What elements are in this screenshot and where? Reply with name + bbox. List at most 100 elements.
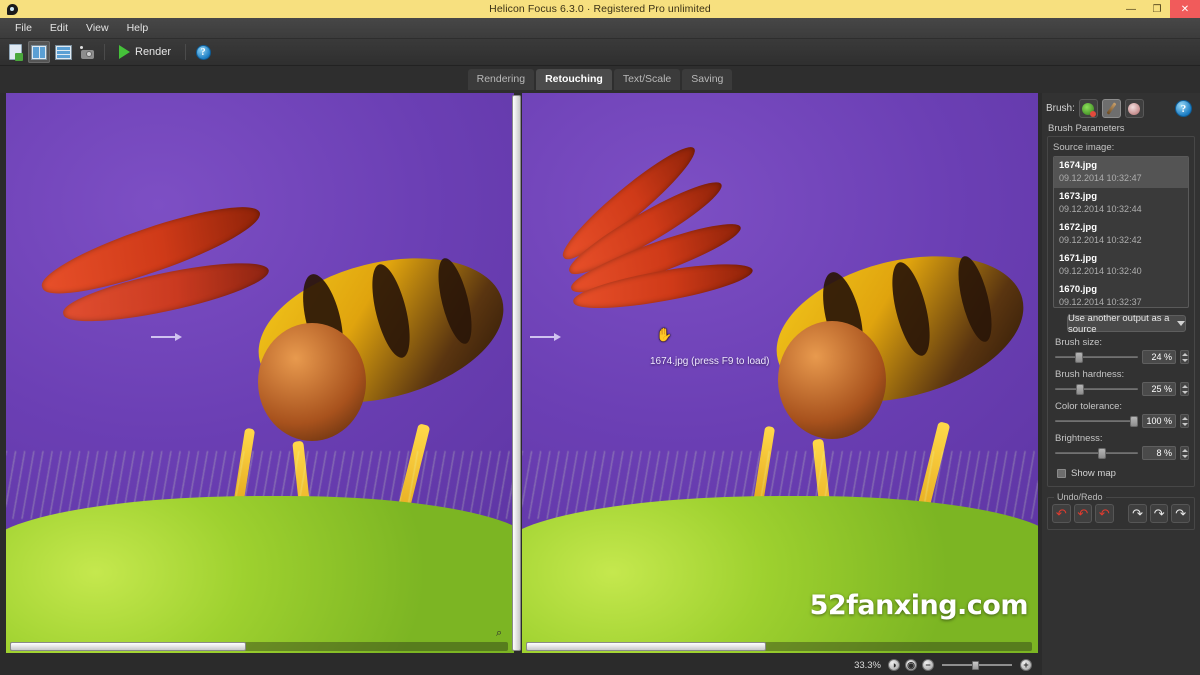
pane-load-hint: 1674.jpg (press F9 to load) (650, 356, 770, 367)
fit-to-window-icon[interactable]: ◑ (888, 659, 900, 671)
brightness-slider[interactable] (1055, 447, 1138, 459)
list-item[interactable]: 1673.jpg 09.12.2014 10:32:44 (1054, 188, 1188, 219)
show-map-row[interactable]: Show map (1053, 460, 1189, 479)
brush-hardness-stepper[interactable] (1180, 382, 1189, 396)
horizontal-split-view-icon (54, 44, 72, 60)
title-bar: Helicon Focus 6.3.0 · Registered Pro unl… (0, 0, 1200, 18)
brush-hardness-slider[interactable] (1055, 383, 1138, 395)
list-item[interactable]: 1671.jpg 09.12.2014 10:32:40 (1054, 250, 1188, 281)
brush-hardness-label: Brush hardness: (1055, 369, 1125, 380)
undo-button[interactable]: ↶ (1052, 504, 1071, 523)
left-pane-horizontal-scrollbar[interactable] (10, 642, 508, 651)
pane-vertical-scrollbar[interactable] (512, 95, 521, 651)
render-button[interactable]: Render (111, 41, 179, 63)
list-item[interactable]: 1672.jpg 09.12.2014 10:32:42 (1054, 219, 1188, 250)
redo-all-button[interactable]: ↷ (1171, 504, 1190, 523)
horizontal-split-view-button[interactable] (52, 41, 74, 63)
brush-size-stepper[interactable] (1180, 350, 1189, 364)
main-toolbar: Render ? (0, 39, 1200, 66)
clone-stamp-tool-button[interactable] (1078, 99, 1098, 118)
toolbar-divider (104, 44, 105, 60)
brightness-stepper[interactable] (1180, 446, 1189, 460)
zoom-in-icon[interactable]: + (1020, 659, 1032, 671)
window-title: Helicon Focus 6.3.0 · Registered Pro unl… (489, 3, 711, 15)
undo-redo-title: Undo/Redo (1054, 492, 1106, 502)
source-image-list[interactable]: 1674.jpg 09.12.2014 10:32:47 1673.jpg 09… (1053, 156, 1189, 308)
clone-stamp-icon (1082, 102, 1097, 117)
source-mode-dropdown[interactable]: Use another output as a source (1067, 313, 1186, 335)
leaf-foreground (6, 496, 514, 653)
list-item[interactable]: 1674.jpg 09.12.2014 10:32:47 (1054, 157, 1188, 188)
redo-button[interactable]: ↷ (1128, 504, 1147, 523)
render-button-label: Render (135, 46, 172, 58)
brush-size-label: Brush size: (1055, 337, 1102, 348)
maximize-button[interactable]: ❐ (1144, 0, 1170, 18)
show-map-checkbox[interactable] (1057, 469, 1066, 478)
file-date: 09.12.2014 10:32:37 (1059, 297, 1142, 307)
brightness-label: Brightness: (1055, 433, 1103, 444)
menu-bar: File Edit View Help (0, 18, 1200, 39)
toolbar-help-button[interactable]: ? (192, 41, 214, 63)
tab-rendering[interactable]: Rendering (467, 69, 535, 90)
color-tolerance-stepper[interactable] (1180, 414, 1189, 428)
zoom-percent-label: 33.3% (854, 659, 881, 671)
zoom-slider[interactable] (942, 659, 1012, 671)
color-tolerance-value[interactable]: 100 % (1142, 414, 1176, 428)
show-map-label: Show map (1071, 468, 1116, 479)
brush-label: Brush: (1046, 103, 1075, 114)
menu-item-edit[interactable]: Edit (41, 20, 77, 36)
sidebar-help-icon[interactable]: ? (1175, 100, 1192, 117)
file-name: 1672.jpg (1059, 222, 1098, 233)
menu-item-view[interactable]: View (77, 20, 118, 36)
brush-parameters-title: Brush Parameters (1048, 123, 1125, 134)
redo-multi-button[interactable]: ↷ (1149, 504, 1169, 523)
param-brush-hardness: Brush hardness: 25 % (1053, 364, 1189, 396)
param-brightness: Brightness: 8 % (1053, 428, 1189, 460)
site-watermark: 52fanxing.com (809, 590, 1029, 621)
color-tolerance-slider[interactable] (1055, 415, 1138, 427)
add-file-button[interactable] (4, 41, 26, 63)
tab-saving[interactable]: Saving (682, 69, 733, 90)
file-name: 1673.jpg (1059, 191, 1098, 202)
chevron-down-icon (1177, 321, 1185, 326)
add-file-icon (8, 44, 23, 61)
retouching-sidebar: Brush: ? Brush Parameters Source image: … (1042, 93, 1200, 675)
menu-item-help[interactable]: Help (118, 20, 158, 36)
brush-size-value[interactable]: 24 % (1142, 350, 1176, 364)
file-date: 09.12.2014 10:32:40 (1059, 266, 1142, 276)
brush-tool-row: Brush: ? (1042, 93, 1200, 120)
magnifier-icon[interactable]: ⌕ (496, 627, 508, 639)
eraser-tool-button[interactable] (1124, 99, 1144, 118)
actual-size-icon[interactable]: ◉ (905, 659, 917, 671)
brightness-value[interactable]: 8 % (1142, 446, 1176, 460)
result-image-pane[interactable]: ✋ 1674.jpg (press F9 to load) 52fanxing.… (522, 93, 1038, 653)
brush-parameters-group: Source image: 1674.jpg 09.12.2014 10:32:… (1047, 136, 1195, 487)
undo-multi-button[interactable]: ↶ (1073, 504, 1093, 523)
undo-all-button[interactable]: ↶ (1095, 504, 1114, 523)
tab-retouching[interactable]: Retouching (536, 69, 612, 90)
close-button[interactable]: ✕ (1170, 0, 1200, 18)
zoom-out-icon[interactable]: − (922, 659, 934, 671)
file-date: 09.12.2014 10:32:42 (1059, 235, 1142, 245)
paint-brush-tool-button[interactable] (1101, 99, 1121, 118)
source-image-pane[interactable]: ⌕ (6, 93, 514, 653)
file-name: 1674.jpg (1059, 160, 1098, 171)
minimize-button[interactable]: — (1118, 0, 1144, 18)
help-question-icon: ? (195, 44, 211, 60)
helicon-focus-window: Helicon Focus 6.3.0 · Registered Pro unl… (0, 0, 1200, 675)
list-item[interactable]: 1670.jpg 09.12.2014 10:32:37 (1054, 281, 1188, 307)
eraser-icon (1128, 102, 1141, 115)
brush-size-slider[interactable] (1055, 351, 1138, 363)
wasp-head-right (778, 321, 886, 439)
brush-hardness-value[interactable]: 25 % (1142, 382, 1176, 396)
param-brush-size: Brush size: 24 % (1053, 332, 1189, 364)
tab-text-scale[interactable]: Text/Scale (613, 69, 681, 90)
arrow-pointer-icon-right (530, 333, 561, 341)
two-column-view-button[interactable] (28, 41, 50, 63)
color-tolerance-label: Color tolerance: (1055, 401, 1123, 412)
paint-brush-icon (1106, 102, 1117, 115)
menu-item-file[interactable]: File (6, 20, 41, 36)
wasp-photo-left (6, 93, 514, 653)
right-pane-horizontal-scrollbar[interactable] (526, 642, 1032, 651)
camera-raw-button[interactable] (76, 41, 98, 63)
